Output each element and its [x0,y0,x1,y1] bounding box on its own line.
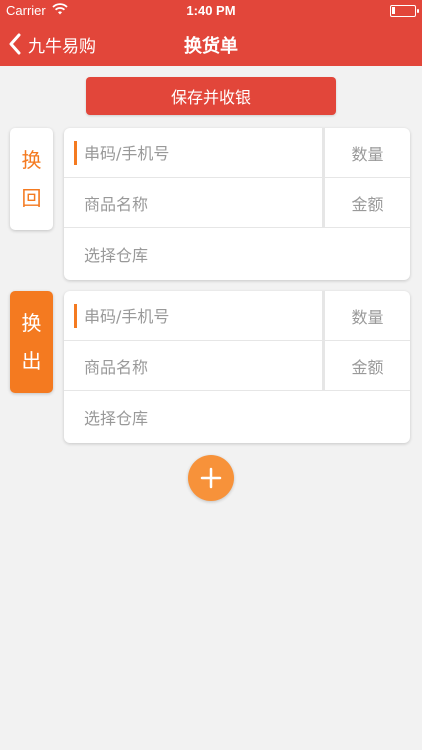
page-title: 换货单 [184,36,238,57]
plus-icon [200,467,222,489]
warehouse-row[interactable]: 选择仓库 [64,229,410,280]
return-item-card: 数量 商品名称 金额 选择仓库 [64,128,410,280]
code-field[interactable] [84,291,320,341]
tab-char: 回 [21,186,42,210]
product-name-field[interactable]: 商品名称 [84,178,320,228]
product-name-field[interactable]: 商品名称 [84,341,320,391]
product-row: 商品名称 金额 [64,178,410,228]
save-and-checkout-button[interactable]: 保存并收银 [86,77,336,115]
code-row: 数量 [64,291,410,341]
code-field[interactable] [84,128,320,178]
code-input[interactable] [84,306,320,326]
amount-placeholder: 金额 [351,195,384,214]
text-cursor [74,304,77,328]
quantity-field[interactable]: 数量 [322,128,410,178]
amount-placeholder: 金额 [351,358,384,377]
out-item-card: 数量 商品名称 金额 选择仓库 [64,291,410,443]
quantity-placeholder: 数量 [351,145,384,164]
warehouse-row[interactable]: 选择仓库 [64,392,410,443]
warehouse-placeholder: 选择仓库 [84,409,149,428]
tab-exchange-out[interactable]: 换 出 [10,291,53,393]
tab-char: 出 [21,349,42,373]
warehouse-placeholder: 选择仓库 [84,246,149,265]
amount-field[interactable]: 金额 [322,178,410,228]
tab-char: 换 [21,148,42,172]
status-bar: Carrier 1:40 PM [0,0,422,22]
amount-field[interactable]: 金额 [322,341,410,391]
navigation-bar: Carrier 1:40 PM 九牛易购 换货单 [0,0,422,66]
text-cursor [74,141,77,165]
product-name-placeholder: 商品名称 [84,358,149,377]
tab-exchange-return[interactable]: 换 回 [10,128,53,230]
battery-icon [390,5,419,17]
warehouse-select[interactable]: 选择仓库 [84,392,320,442]
product-row: 商品名称 金额 [64,341,410,391]
quantity-field[interactable]: 数量 [322,291,410,341]
code-row: 数量 [64,128,410,178]
warehouse-select[interactable]: 选择仓库 [84,229,320,279]
quantity-placeholder: 数量 [351,308,384,327]
clock: 1:40 PM [186,3,236,18]
code-input[interactable] [84,143,320,163]
add-item-button[interactable] [188,455,234,501]
tab-char: 换 [21,311,42,335]
product-name-placeholder: 商品名称 [84,195,149,214]
